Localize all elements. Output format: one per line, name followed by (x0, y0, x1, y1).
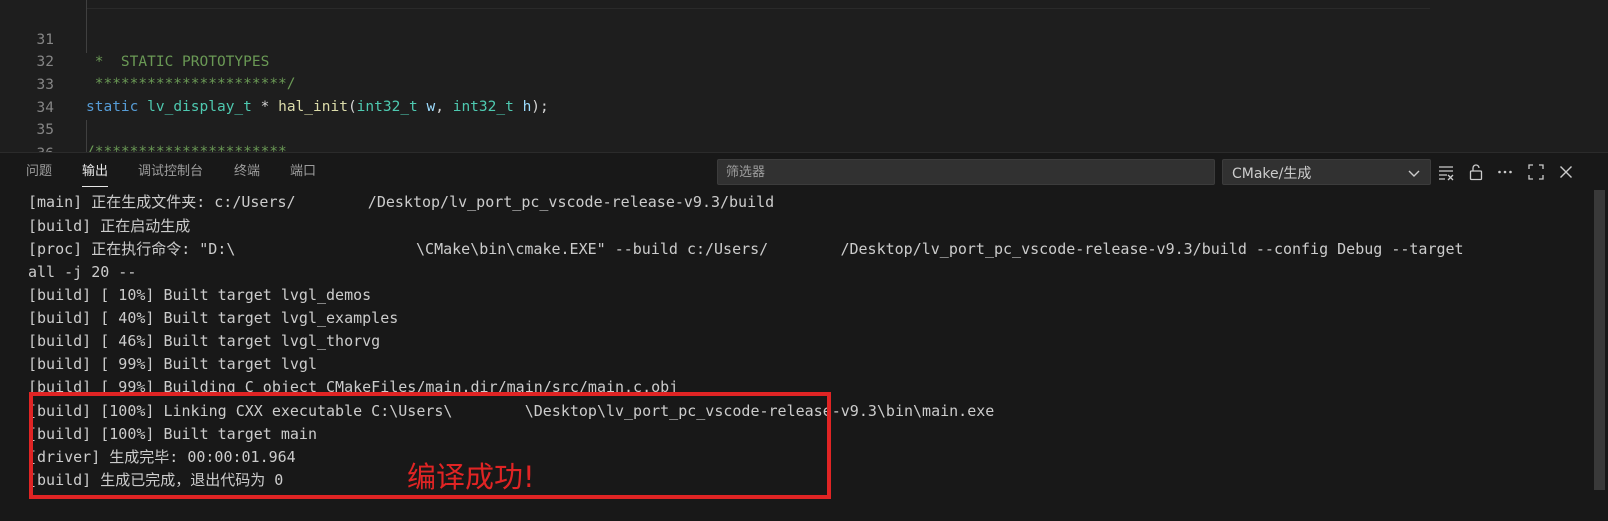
line-number: 36 (0, 143, 54, 152)
lock-scroll-icon[interactable] (1467, 163, 1485, 181)
scrollbar-thumb[interactable] (1594, 190, 1605, 490)
log-line: [build] [ 99%] Built target lvgl (28, 355, 317, 373)
output-channel-select[interactable]: CMake/生成 (1222, 159, 1431, 185)
code-line: 35 /********************** (0, 97, 1600, 152)
log-line: [build] [ 46%] Built target lvgl_thorvg (28, 332, 381, 350)
log-line: [proc] 正在执行命令: "D:\ \CMake\bin\cmake.EXE… (28, 240, 1464, 258)
tab-problems[interactable]: 问题 (26, 162, 52, 186)
log-line: [build] [ 99%] Building C object CMakeFi… (28, 378, 679, 396)
panel-tabs: 问题 输出 调试控制台 终端 端口 (0, 153, 660, 189)
tab-terminal[interactable]: 终端 (234, 162, 260, 186)
log-line: [build] [100%] Built target main (28, 425, 317, 443)
maximize-panel-icon[interactable] (1527, 163, 1545, 181)
bottom-panel: 问题 输出 调试控制台 终端 端口 CMake/生成 (0, 152, 1608, 521)
code-line: 34 (0, 75, 1600, 116)
code-line: 31 * STATIC PROTOTYPES (0, 7, 1600, 70)
log-line: all -j 20 -- (28, 263, 137, 281)
tab-output[interactable]: 输出 (82, 162, 109, 187)
clear-output-icon[interactable] (1437, 163, 1455, 181)
vscode-window: 31 * STATIC PROTOTYPES 32 **************… (0, 0, 1608, 521)
tab-ports[interactable]: 端口 (290, 162, 316, 186)
code-editor[interactable]: 31 * STATIC PROTOTYPES 32 **************… (0, 0, 1608, 152)
success-annotation: 编译成功! (407, 460, 535, 494)
output-channel-value: CMake/生成 (1232, 166, 1312, 182)
code-line: 32 **********************/ (0, 29, 1600, 92)
code-token: /********************** (86, 144, 287, 152)
close-panel-icon[interactable] (1557, 163, 1575, 181)
chevron-down-icon (1408, 170, 1420, 177)
log-line: [main] 正在生成文件夹: c:/Users/ /Desktop/lv_po… (28, 193, 775, 211)
code-line: 36 * STATIC VARIABLES (0, 121, 1600, 152)
log-line: [build] 生成已完成，退出代码为 0 (28, 471, 284, 489)
more-actions-icon[interactable] (1496, 163, 1514, 181)
code-line: 33 static lv_display_t * hal_init(int32_… (0, 52, 1600, 115)
log-line: [build] [ 10%] Built target lvgl_demos (28, 286, 372, 304)
log-line: [build] [100%] Linking CXX executable C:… (28, 402, 995, 420)
log-line: [build] 正在启动生成 (28, 217, 191, 235)
output-log[interactable]: [main] 正在生成文件夹: c:/Users/ /Desktop/lv_po… (0, 189, 1580, 521)
tab-debug-console[interactable]: 调试控制台 (138, 162, 203, 186)
log-line: [driver] 生成完毕: 00:00:01.964 (28, 448, 296, 466)
filter-input[interactable] (717, 159, 1215, 185)
log-line: [build] [ 40%] Built target lvgl_example… (28, 309, 399, 327)
